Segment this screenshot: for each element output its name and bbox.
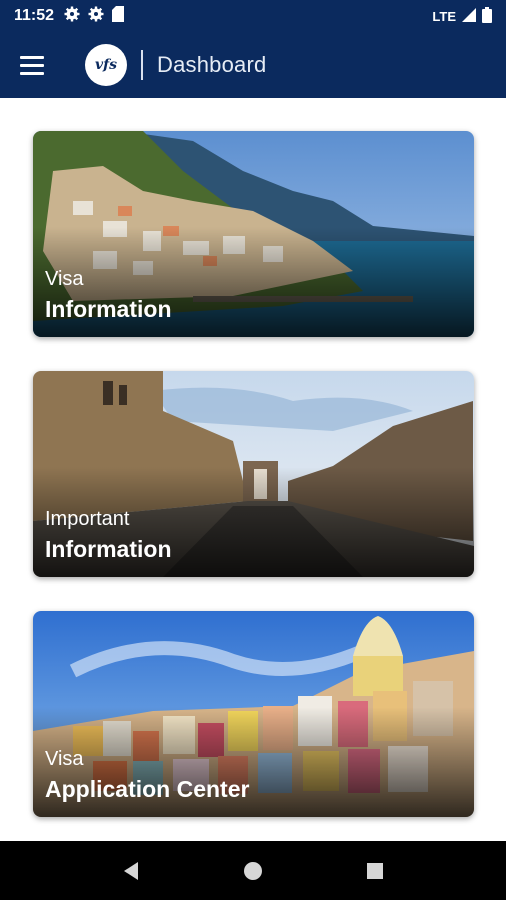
- status-bar: 11:52 LTE: [0, 0, 506, 32]
- visa-information-card[interactable]: Visa Information: [33, 131, 474, 337]
- home-icon[interactable]: [233, 851, 273, 891]
- sd-card-icon: [112, 5, 125, 27]
- card-title: Information: [45, 536, 172, 562]
- card-title: Application Center: [45, 776, 250, 802]
- signal-icon: [462, 7, 476, 25]
- status-time: 11:52: [14, 7, 55, 24]
- card-subtitle: Important: [45, 508, 130, 530]
- important-information-card[interactable]: Important Information: [33, 371, 474, 577]
- vfs-logo: vfs: [85, 44, 127, 86]
- visa-application-center-card[interactable]: Visa Application Center: [33, 611, 474, 817]
- back-icon[interactable]: [111, 851, 151, 891]
- card-title: Information: [45, 296, 172, 322]
- hamburger-menu-icon[interactable]: [20, 50, 50, 80]
- gear-icon: [64, 6, 80, 27]
- battery-icon: [482, 6, 492, 26]
- system-nav-bar: [0, 841, 506, 900]
- network-label: LTE: [432, 8, 456, 24]
- dashboard-content: Visa Information Important Information V…: [0, 98, 506, 841]
- page-title: Dashboard: [157, 52, 267, 77]
- card-subtitle: Visa: [45, 268, 84, 290]
- title-divider: [141, 50, 143, 80]
- recents-icon[interactable]: [355, 851, 395, 891]
- app-bar: vfs Dashboard: [0, 32, 506, 98]
- card-subtitle: Visa: [45, 748, 84, 770]
- gear-icon: [88, 6, 104, 27]
